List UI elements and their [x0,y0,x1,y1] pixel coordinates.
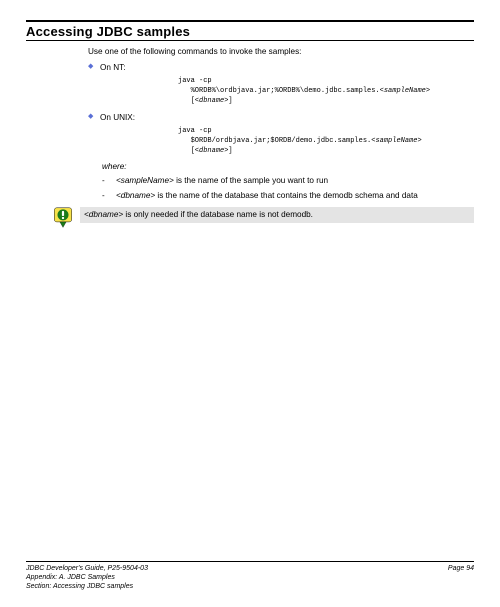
footer-rule [26,561,474,562]
note-text-wrap: <dbname> is only needed if the database … [80,207,474,223]
intro-text: Use one of the following commands to inv… [88,47,474,56]
footer-row: JDBC Developer's Guide, P25-9504-03 Appe… [26,564,474,591]
bullet-item-unix: ◆ On UNIX: [88,112,474,123]
definition-text: <sampleName> is the name of the sample y… [116,175,328,186]
footer-appendix: Appendix: A. JDBC Samples [26,573,148,582]
footer-section: Section: Accessing JDBC samples [26,582,148,591]
definition-samplename: - <sampleName> is the name of the sample… [102,175,474,186]
section-heading: Accessing JDBC samples [26,24,474,39]
warning-icon [52,207,74,229]
bullet-label-unix: On UNIX: [100,112,135,123]
document-page: Accessing JDBC samples Use one of the fo… [0,0,500,607]
where-label: where: [102,162,474,171]
page-footer: JDBC Developer's Guide, P25-9504-03 Appe… [26,561,474,591]
bullet-list: ◆ On NT: java -cp %ORDB%\ordbjava.jar;%O… [88,62,474,156]
definition-dbname: - <dbname> is the name of the database t… [102,190,474,201]
code-block-unix: java -cp $ORDB/ordbjava.jar;$ORDB/demo.j… [178,126,474,156]
definition-text: <dbname> is the name of the database tha… [116,190,418,201]
footer-doc-title: JDBC Developer's Guide, P25-9504-03 [26,564,148,573]
footer-page-number: Page 94 [448,564,474,573]
note-text: <dbname> is only needed if the database … [80,207,474,223]
code-block-nt: java -cp %ORDB%\ordbjava.jar;%ORDB%\demo… [178,76,474,106]
section-heading-wrap: Accessing JDBC samples [26,20,474,41]
diamond-icon: ◆ [88,62,100,72]
footer-left: JDBC Developer's Guide, P25-9504-03 Appe… [26,564,148,591]
bullet-label-nt: On NT: [100,62,125,73]
dash-icon: - [102,175,116,186]
note-callout: <dbname> is only needed if the database … [52,207,474,229]
bullet-item-nt: ◆ On NT: [88,62,474,73]
dash-icon: - [102,190,116,201]
diamond-icon: ◆ [88,112,100,122]
